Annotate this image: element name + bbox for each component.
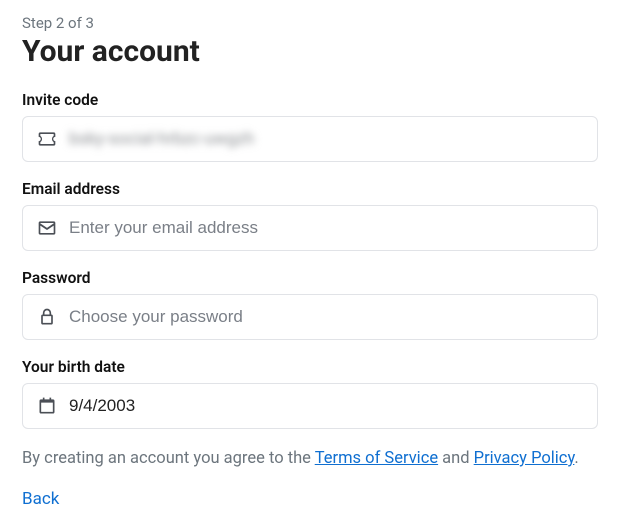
step-indicator: Step 2 of 3 <box>22 14 598 32</box>
password-field-group: Password <box>22 269 598 340</box>
birthdate-field-group: Your birth date <box>22 358 598 429</box>
password-input-wrap[interactable] <box>22 294 598 340</box>
birthdate-label: Your birth date <box>22 358 598 376</box>
privacy-policy-link[interactable]: Privacy Policy <box>474 449 575 468</box>
birthdate-input-wrap[interactable] <box>22 383 598 429</box>
agreement-post: . <box>574 449 578 468</box>
invite-code-label: Invite code <box>22 91 598 109</box>
terms-of-service-link[interactable]: Terms of Service <box>315 449 438 468</box>
invite-code-input-wrap[interactable]: bsky-social-hrbzc-uwgzh <box>22 116 598 162</box>
invite-code-value: bsky-social-hrbzc-uwgzh <box>69 129 254 149</box>
page-title: Your account <box>22 34 598 69</box>
agreement-mid: and <box>438 449 474 468</box>
email-label: Email address <box>22 180 598 198</box>
birthdate-field[interactable] <box>69 396 583 416</box>
lock-icon <box>37 307 57 327</box>
invite-code-field: Invite code bsky-social-hrbzc-uwgzh <box>22 91 598 162</box>
password-field[interactable] <box>69 307 583 327</box>
calendar-icon <box>37 396 57 416</box>
agreement-pre: By creating an account you agree to the <box>22 449 315 468</box>
email-field-group: Email address <box>22 180 598 251</box>
agreement-text: By creating an account you agree to the … <box>22 447 598 471</box>
ticket-icon <box>37 129 57 149</box>
email-field[interactable] <box>69 218 583 238</box>
email-input-wrap[interactable] <box>22 205 598 251</box>
envelope-icon <box>37 218 57 238</box>
password-label: Password <box>22 269 598 287</box>
